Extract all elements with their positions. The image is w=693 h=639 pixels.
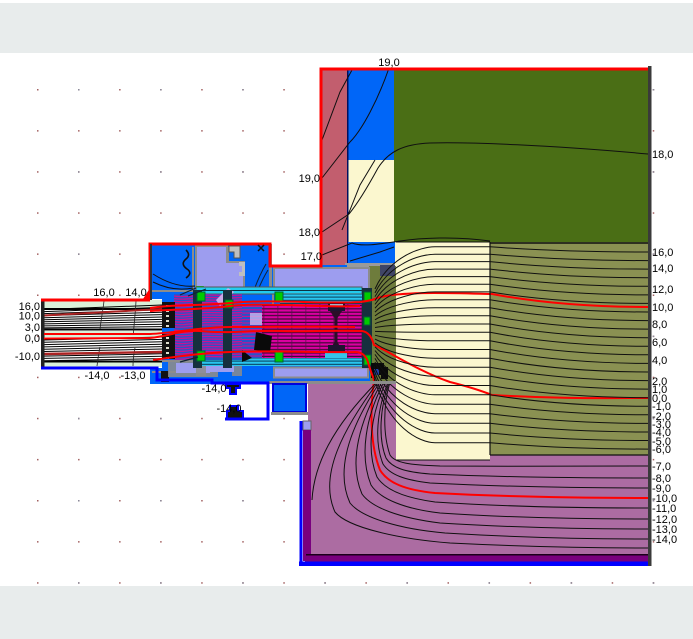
svg-text:16,0: 16,0	[93, 287, 114, 299]
svg-text:-14,0: -14,0	[652, 534, 677, 546]
svg-text:10,0: 10,0	[19, 311, 40, 323]
svg-text:10,0: 10,0	[652, 302, 673, 314]
svg-text:14,0: 14,0	[125, 287, 146, 299]
svg-text:-14,0: -14,0	[84, 370, 109, 382]
svg-text:12,0: 12,0	[652, 284, 673, 296]
svg-text:16,0: 16,0	[652, 247, 673, 259]
svg-text:17,0: 17,0	[301, 251, 322, 263]
svg-text:6,0: 6,0	[652, 337, 667, 349]
svg-text:14,0: 14,0	[652, 263, 673, 275]
svg-text:-14,0: -14,0	[201, 383, 226, 395]
svg-text:-7,0: -7,0	[652, 461, 671, 473]
svg-text:-14,0: -14,0	[216, 403, 241, 415]
svg-text:19,0: 19,0	[299, 173, 320, 185]
svg-text:0,0: 0,0	[25, 333, 40, 345]
svg-text:-13,0: -13,0	[120, 370, 145, 382]
svg-text:4,0: 4,0	[652, 355, 667, 367]
svg-text:19,0: 19,0	[378, 57, 399, 69]
svg-text:18,0: 18,0	[299, 227, 320, 239]
svg-text:-10,0: -10,0	[15, 351, 40, 363]
svg-text:18,0: 18,0	[652, 149, 673, 161]
svg-text:-6,0: -6,0	[652, 444, 671, 456]
svg-text:8,0: 8,0	[652, 319, 667, 331]
